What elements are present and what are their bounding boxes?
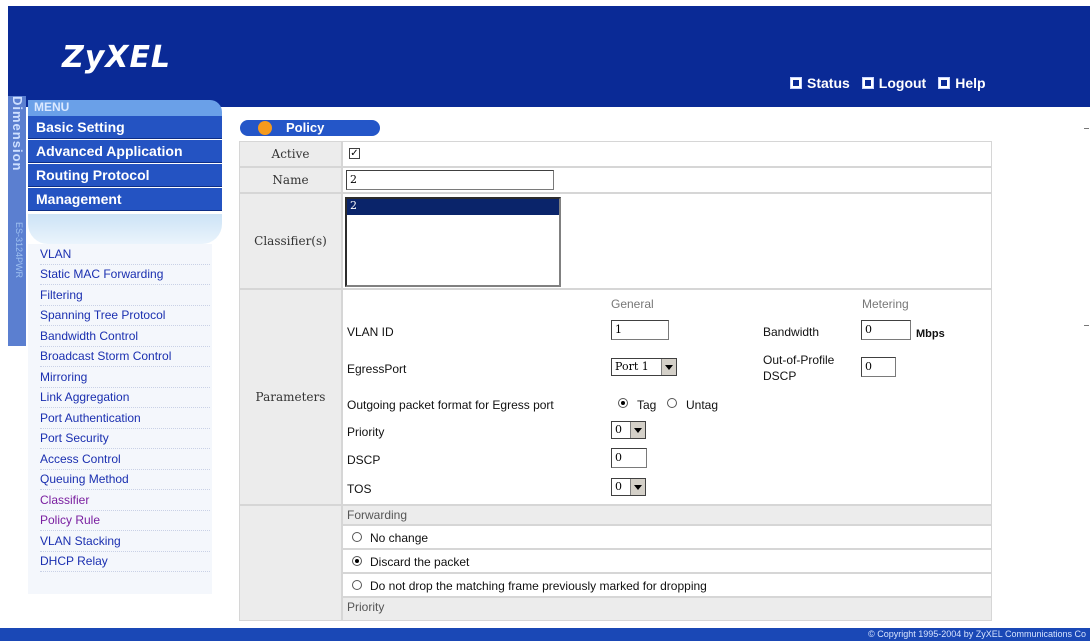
no-change-radio[interactable] (352, 532, 362, 542)
forwarding-label-cell (239, 505, 342, 621)
sidebar-item-queuing-method[interactable]: Queuing Method (40, 471, 210, 490)
oop-dscp-label-line2: DSCP (763, 369, 797, 383)
untag-radio[interactable] (667, 398, 677, 408)
classifier-option[interactable]: 2 (347, 199, 559, 215)
tos-select[interactable]: 0 (611, 478, 646, 496)
page-title: Policy (286, 120, 325, 135)
copyright-text: © Copyright 1995-2004 by ZyXEL Communica… (868, 629, 1086, 639)
sidebar-item-dhcp-relay[interactable]: DHCP Relay (40, 553, 210, 572)
tos-value: 0 (615, 480, 622, 493)
zyxel-logo: ZyXEL (62, 40, 172, 75)
oop-dscp-input[interactable]: 0 (861, 357, 896, 377)
sidebar-item-port-authentication[interactable]: Port Authentication (40, 410, 210, 429)
menu-management[interactable]: Management (28, 188, 222, 211)
help-link-label: Help (955, 75, 986, 91)
dscp-input[interactable]: 0 (611, 448, 647, 468)
sidebar-item-policy-rule[interactable]: Policy Rule (40, 512, 210, 531)
forwarding-option-row: No change (342, 525, 992, 549)
model-label: ES-3124PWR (14, 222, 24, 279)
scroll-tick (1084, 128, 1089, 129)
outgoing-format-label: Outgoing packet format for Egress port (347, 398, 554, 412)
egress-port-select[interactable]: Port 1 (611, 358, 677, 376)
tag-label: Tag (637, 398, 657, 412)
help-link[interactable]: Help (938, 75, 986, 91)
active-checkbox[interactable]: ✓ (349, 148, 360, 159)
do-not-drop-label: Do not drop the matching frame previousl… (370, 579, 707, 593)
menu-header: MENU (28, 100, 222, 116)
menu-bottom-decoration (28, 214, 222, 244)
classifier-cell: 2 (342, 193, 992, 289)
classifier-listbox[interactable]: 2 (345, 197, 561, 287)
chevron-down-icon (661, 359, 676, 375)
menu-routing-protocol[interactable]: Routing Protocol (28, 164, 222, 187)
sidebar-item-filtering[interactable]: Filtering (40, 287, 210, 306)
dscp-label: DSCP (347, 453, 381, 467)
sidebar-item-static-mac-forwarding[interactable]: Static MAC Forwarding (40, 266, 210, 285)
logout-icon (861, 77, 874, 89)
status-link[interactable]: Status (790, 75, 850, 91)
menu-basic-setting[interactable]: Basic Setting (28, 116, 222, 139)
dimension-wordmark: Dimension (10, 96, 25, 172)
chevron-down-icon (630, 422, 645, 438)
priority-value: 0 (615, 423, 622, 436)
vlan-id-label: VLAN ID (347, 325, 394, 339)
metering-header: Metering (862, 297, 909, 311)
name-cell: 2 (342, 167, 992, 193)
logout-link-label: Logout (878, 75, 927, 91)
logout-link[interactable]: Logout (861, 75, 927, 91)
sidebar-item-mirroring[interactable]: Mirroring (40, 369, 210, 388)
chevron-down-icon (630, 479, 645, 495)
bandwidth-unit: Mbps (916, 328, 945, 340)
page-title-pill: Policy (240, 120, 380, 136)
general-header: General (611, 297, 654, 311)
forwarding-option-row: Discard the packet (342, 549, 992, 573)
discard-packet-radio[interactable] (352, 556, 362, 566)
parameters-label: Parameters (239, 289, 342, 505)
discard-packet-label: Discard the packet (370, 555, 470, 569)
egress-port-label: EgressPort (347, 362, 407, 376)
policy-icon (258, 121, 272, 135)
no-change-label: No change (370, 531, 429, 545)
status-icon (790, 77, 802, 89)
sidebar-item-link-aggregation[interactable]: Link Aggregation (40, 389, 210, 408)
name-input[interactable]: 2 (346, 170, 554, 190)
oop-dscp-label: Out-of-Profile DSCP (763, 352, 834, 384)
tag-radio[interactable] (618, 398, 628, 408)
oop-dscp-label-line1: Out-of-Profile (763, 353, 835, 367)
forwarding-option-row: Do not drop the matching frame previousl… (342, 573, 992, 597)
forwarding-header: Forwarding (342, 505, 992, 525)
sidebar-item-bandwidth-control[interactable]: Bandwidth Control (40, 328, 210, 347)
help-icon (938, 77, 951, 89)
priority-select[interactable]: 0 (611, 421, 646, 439)
sidebar-item-port-security[interactable]: Port Security (40, 430, 210, 449)
bandwidth-input[interactable]: 0 (861, 320, 911, 340)
sidebar: MENU Basic Setting Advanced Application … (28, 96, 222, 601)
sidebar-item-broadcast-storm[interactable]: Broadcast Storm Control (40, 348, 210, 367)
header: ZyXEL Status Logout Help (0, 0, 1090, 107)
egress-port-value: Port 1 (615, 360, 649, 373)
scroll-tick (1084, 325, 1089, 326)
priority-label: Priority (347, 425, 385, 439)
do-not-drop-radio[interactable] (352, 580, 362, 590)
vlan-id-input[interactable]: 1 (611, 320, 669, 340)
priority-section-header: Priority (342, 597, 992, 621)
tos-label: TOS (347, 482, 372, 496)
sidebar-item-spanning-tree[interactable]: Spanning Tree Protocol (40, 307, 210, 326)
active-label: Active (239, 141, 342, 167)
footer: © Copyright 1995-2004 by ZyXEL Communica… (0, 628, 1090, 641)
sidebar-item-vlan-stacking[interactable]: VLAN Stacking (40, 533, 210, 552)
submenu: VLAN Static MAC Forwarding Filtering Spa… (28, 244, 212, 594)
sidebar-item-classifier[interactable]: Classifier (40, 492, 210, 511)
sidebar-item-vlan[interactable]: VLAN (40, 246, 210, 265)
name-label: Name (239, 167, 342, 193)
active-cell: ✓ (342, 141, 992, 167)
sidebar-item-access-control[interactable]: Access Control (40, 451, 210, 470)
menu-advanced-application[interactable]: Advanced Application (28, 140, 222, 163)
untag-label: Untag (686, 398, 719, 412)
classifier-label: Classifier(s) (239, 193, 342, 289)
bandwidth-label: Bandwidth (763, 325, 820, 339)
status-link-label: Status (807, 75, 850, 91)
top-links: Status Logout Help (790, 75, 986, 91)
